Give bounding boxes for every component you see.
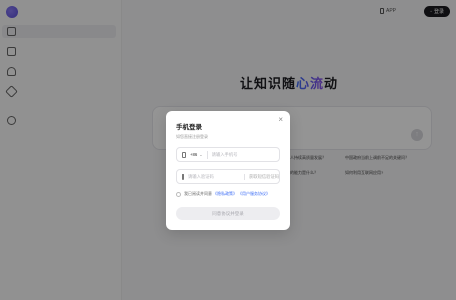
phone-field[interactable]: +86 ⌄: [176, 147, 280, 162]
modal-subtitle: 如您直接注册登录: [176, 134, 208, 139]
get-code-button[interactable]: 获取短信验证码: [244, 173, 279, 180]
phone-input[interactable]: [211, 152, 274, 157]
code-input[interactable]: [188, 174, 244, 179]
login-modal: × 手机登录 如您直接注册登录 +86 ⌄ 获取短信验证码 我已阅读并同意 《隐…: [166, 111, 290, 230]
agreement-text: 我已阅读并同意: [184, 191, 212, 196]
agreement-row: 我已阅读并同意 《隐私政策》 《用户服务协议》: [176, 191, 280, 197]
country-code-select[interactable]: +86: [190, 152, 197, 157]
modal-title: 手机登录: [176, 124, 202, 131]
divider: [206, 150, 208, 159]
shield-icon: [182, 173, 184, 180]
agreement-checkbox[interactable]: [176, 191, 181, 197]
privacy-policy-link[interactable]: 《隐私政策》: [213, 191, 237, 197]
code-field[interactable]: 获取短信验证码: [176, 169, 280, 184]
chevron-down-icon[interactable]: ⌄: [199, 152, 202, 157]
user-agreement-link[interactable]: 《用户服务协议》: [238, 191, 270, 197]
submit-login-button[interactable]: 同意协议并登录: [176, 207, 280, 220]
close-icon[interactable]: ×: [278, 116, 283, 124]
phone-icon: [182, 151, 186, 158]
